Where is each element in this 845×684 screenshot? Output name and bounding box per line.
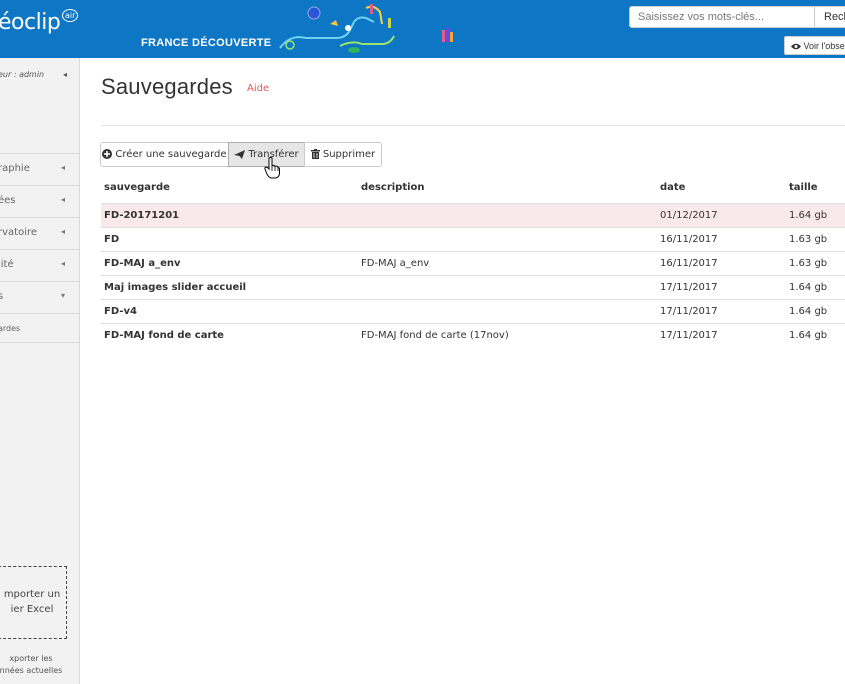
caret-left-icon: ◂	[63, 70, 68, 79]
search-button[interactable]: Rech	[814, 6, 845, 28]
view-observatory-label: Voir l'obse	[803, 40, 845, 51]
export-data-label: xporter les nnées actuelles	[0, 654, 63, 675]
sidebar-item-observatoire[interactable]: rvatoire ◂	[0, 217, 79, 248]
backup-description: FD-MAJ fond de carte (17nov)	[361, 330, 509, 341]
backup-date: 17/11/2017	[660, 306, 718, 317]
sidebar-item-donnees[interactable]: ées ◂	[0, 185, 79, 216]
help-link[interactable]: Aide	[247, 83, 269, 94]
backup-date: 17/11/2017	[660, 282, 718, 293]
caret-down-icon: ▾	[61, 291, 66, 300]
eye-icon	[791, 43, 801, 49]
backup-date: 16/11/2017	[660, 258, 718, 269]
view-observatory-button[interactable]: Voir l'obse	[784, 36, 845, 55]
backup-name: FD-20171201	[104, 210, 180, 221]
caret-left-icon: ◂	[61, 163, 66, 172]
backup-name: FD	[104, 234, 120, 245]
import-excel-dropzone[interactable]: mporter un ier Excel	[0, 566, 67, 639]
column-header-date[interactable]: date	[660, 182, 685, 193]
title-divider	[101, 125, 845, 126]
table-row[interactable]: FD-MAJ a_env FD-MAJ a_env 16/11/2017 1.6…	[101, 251, 845, 275]
table-row[interactable]: FD-v4 17/11/2017 1.64 gb	[101, 299, 845, 323]
caret-left-icon: ◂	[61, 259, 66, 268]
caret-left-icon: ◂	[61, 227, 66, 236]
table-row[interactable]: FD-MAJ fond de carte FD-MAJ fond de cart…	[101, 323, 845, 347]
export-data-link[interactable]: xporter les nnées actuelles	[0, 653, 78, 677]
backup-size: 1.64 gb	[789, 282, 828, 293]
table-row[interactable]: Maj images slider accueil 17/11/2017 1.6…	[101, 275, 845, 299]
sidebar-item-label: raphie	[0, 163, 30, 174]
delete-label: Supprimer	[322, 148, 376, 160]
app-logo[interactable]: éoclip	[0, 10, 61, 35]
hand-pointer-cursor-icon	[264, 157, 280, 179]
sidebar-item-label: lité	[0, 259, 14, 270]
plus-circle-icon	[102, 149, 113, 160]
sidebar-item-label: ées	[0, 195, 16, 206]
backup-name: FD-MAJ fond de carte	[104, 330, 224, 341]
page-title: Sauvegardes	[101, 74, 233, 99]
backup-size: 1.64 gb	[789, 210, 828, 221]
backup-description: FD-MAJ a_env	[361, 258, 430, 269]
caret-left-icon: ◂	[61, 195, 66, 204]
sidebar-item-cartographie[interactable]: raphie ◂	[0, 153, 79, 184]
backup-name: FD-MAJ a_env	[104, 258, 181, 269]
table-row[interactable]: FD 16/11/2017 1.63 gb	[101, 227, 845, 251]
backup-size: 1.64 gb	[789, 330, 828, 341]
backup-name: Maj images slider accueil	[104, 282, 247, 293]
paper-plane-icon	[234, 149, 246, 159]
backup-name: FD-v4	[104, 306, 137, 317]
backup-size: 1.63 gb	[789, 234, 828, 245]
import-excel-label: mporter un ier Excel	[3, 589, 61, 615]
sidebar-subitem-sauvegardes[interactable]: ardes	[0, 313, 79, 343]
column-header-taille[interactable]: taille	[789, 182, 818, 193]
sidebar-item-outils[interactable]: s ▾	[0, 281, 79, 312]
column-header-sauvegarde[interactable]: sauvegarde	[104, 182, 170, 193]
sidebar: eur : admin ◂ raphie ◂ ées ◂ rvatoire ◂ …	[0, 58, 80, 684]
create-backup-button[interactable]: Créer une sauvegarde	[100, 142, 229, 167]
column-header-description[interactable]: description	[361, 182, 425, 193]
header-decoration-graphic	[279, 4, 453, 53]
app-header: éoclip air FRANCE DÉCOUVERTE Rech Voir l…	[0, 0, 845, 58]
delete-button[interactable]: Supprimer	[304, 142, 382, 167]
trash-icon	[310, 149, 320, 160]
backup-size: 1.63 gb	[789, 258, 828, 269]
backup-date: 17/11/2017	[660, 330, 718, 341]
backup-date: 01/12/2017	[660, 210, 718, 221]
search-input[interactable]	[629, 6, 815, 28]
backup-date: 16/11/2017	[660, 234, 718, 245]
backup-size: 1.64 gb	[789, 306, 828, 317]
sidebar-item-label: rvatoire	[0, 227, 38, 238]
logo-air-badge: air	[62, 9, 79, 22]
sidebar-item-label: s	[0, 291, 4, 302]
table-row[interactable]: FD-20171201 01/12/2017 1.64 gb	[101, 203, 845, 227]
sidebar-item-qualite[interactable]: lité ◂	[0, 249, 79, 280]
sidebar-user-label: eur : admin	[0, 70, 45, 79]
create-backup-label: Créer une sauvegarde	[115, 148, 227, 160]
site-subtitle: FRANCE DÉCOUVERTE	[141, 37, 272, 49]
sidebar-subitem-label: ardes	[0, 324, 21, 333]
